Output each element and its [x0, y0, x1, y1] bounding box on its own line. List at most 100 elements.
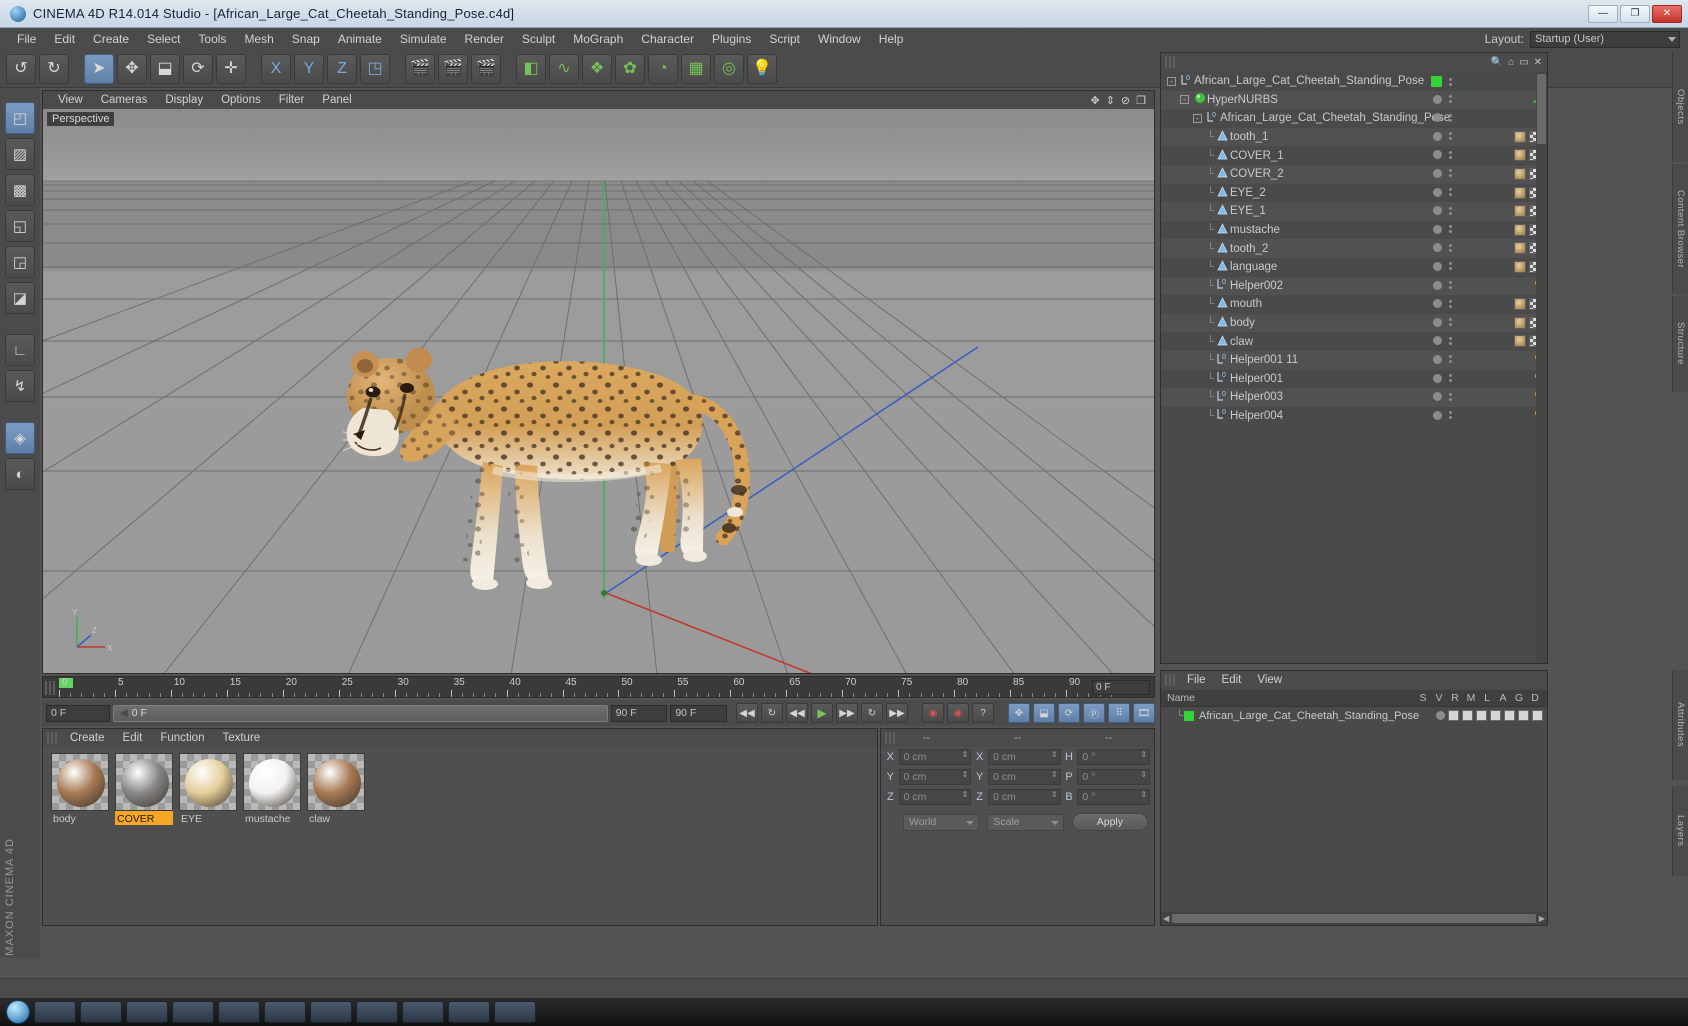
cheetah-model[interactable] — [343, 284, 763, 604]
visibility-dot[interactable] — [1433, 113, 1442, 123]
object-row[interactable]: └ COVER_2 — [1161, 164, 1547, 184]
object-name[interactable]: claw — [1230, 336, 1253, 348]
spinner-icon[interactable]: ⇕ — [962, 791, 969, 799]
object-visibility-dots[interactable] — [1433, 224, 1452, 234]
material-label[interactable]: mustache — [243, 811, 301, 825]
object-row[interactable]: └ body — [1161, 313, 1547, 333]
visibility-dot[interactable] — [1433, 206, 1442, 216]
object-name[interactable]: COVER_2 — [1230, 168, 1284, 180]
timeline-frame-field[interactable]: 0 F — [1092, 680, 1150, 695]
taskbar-item[interactable] — [402, 1001, 444, 1023]
object-name[interactable]: Helper001 — [1230, 373, 1283, 385]
spinner-icon[interactable]: ⇕ — [1051, 771, 1058, 779]
layer-checkbox[interactable] — [1448, 710, 1459, 721]
editor-render-dots[interactable] — [1449, 392, 1452, 401]
edges-mode[interactable]: ◱ — [5, 210, 35, 242]
play-forwards-loop-button[interactable]: ↻ — [761, 703, 783, 723]
enable-snap[interactable]: ◈ — [5, 422, 35, 454]
loop-button[interactable]: ↻ — [861, 703, 883, 723]
redo-button[interactable]: ↻ — [39, 53, 69, 84]
coord-field-position[interactable]: 0 cm ⇕ — [898, 789, 972, 805]
spinner-icon[interactable]: ⇕ — [962, 751, 969, 759]
viewport-menu-display[interactable]: Display — [156, 91, 212, 109]
object-name[interactable]: EYE_2 — [1230, 187, 1266, 199]
object-name[interactable]: COVER_1 — [1230, 150, 1284, 162]
record-active-objects-button[interactable]: ◉ — [922, 703, 944, 723]
move-view-icon[interactable]: ✥ — [1090, 94, 1099, 107]
null-object-icon[interactable]: 0 — [1215, 390, 1230, 405]
menu-edit[interactable]: Edit — [45, 28, 84, 50]
layer-color-swatch[interactable] — [1184, 710, 1194, 721]
material-preview[interactable] — [179, 753, 237, 811]
taskbar-item[interactable] — [448, 1001, 490, 1023]
viewport-corner-icons[interactable]: ✥ ⇕ ⊘ ❐ — [1090, 94, 1154, 107]
object-row[interactable]: └ language — [1161, 258, 1547, 277]
layer-checkbox[interactable] — [1504, 710, 1515, 721]
null-object-icon[interactable]: 0 — [1205, 111, 1220, 126]
material-item[interactable]: body — [51, 753, 109, 825]
material-tag-icon[interactable] — [1514, 335, 1526, 348]
menu-character[interactable]: Character — [632, 28, 703, 50]
layer-menu-edit[interactable]: Edit — [1214, 671, 1250, 690]
editor-render-dots[interactable] — [1449, 299, 1452, 308]
timeline-grip[interactable] — [45, 681, 55, 695]
material-tag-icon[interactable] — [1514, 316, 1526, 329]
scrollbar-thumb[interactable] — [1537, 74, 1546, 144]
play-button[interactable]: ▶ — [811, 703, 833, 723]
editor-render-dots[interactable] — [1449, 95, 1452, 104]
material-preview[interactable] — [243, 753, 301, 811]
material-label[interactable]: EYE — [179, 811, 237, 825]
layer-menu-file[interactable]: File — [1179, 671, 1214, 690]
layer-checkbox[interactable] — [1476, 710, 1487, 721]
deformer[interactable]: ◔ — [648, 53, 678, 84]
editor-render-dots[interactable] — [1449, 318, 1452, 327]
object-visibility-dots[interactable] — [1433, 261, 1452, 271]
spinner-icon[interactable]: ⇕ — [1051, 751, 1058, 759]
material-tag-icon[interactable] — [1514, 186, 1526, 199]
taskbar-item[interactable] — [34, 1001, 76, 1023]
layer-checkbox[interactable] — [1462, 710, 1473, 721]
coord-field-position[interactable]: 0 cm ⇕ — [898, 749, 972, 765]
layer-row[interactable]: └ African_Large_Cat_Cheetah_Standing_Pose — [1161, 707, 1547, 724]
viewport-panel[interactable]: View Cameras Display Options Filter Panel ✥ ⇕… — [42, 90, 1155, 674]
menu-render[interactable]: Render — [456, 28, 513, 50]
object-row[interactable]: └ COVER_1 — [1161, 146, 1547, 165]
object-name[interactable]: EYE_1 — [1230, 205, 1266, 217]
enable-axis[interactable]: ↯ — [5, 370, 35, 402]
material-preview[interactable] — [115, 753, 173, 811]
maximize-button[interactable]: ❐ — [1620, 4, 1650, 23]
lock-y-axis[interactable]: Y — [294, 53, 324, 84]
spinner-icon[interactable]: ⇕ — [962, 771, 969, 779]
object-row[interactable]: └ EYE_1 — [1161, 202, 1547, 221]
menu-sculpt[interactable]: Sculpt — [513, 28, 564, 50]
object-tree[interactable]: - 0 African_Large_Cat_Cheetah_Standing_Pos… — [1161, 72, 1547, 425]
go-to-end-button[interactable]: ▶▶ — [886, 703, 908, 723]
menu-select[interactable]: Select — [138, 28, 189, 50]
menu-snap[interactable]: Snap — [283, 28, 329, 50]
coord-mode-select[interactable]: Scale — [987, 813, 1064, 831]
material-label[interactable]: body — [51, 811, 109, 825]
object-axis-mode[interactable]: ◪ — [5, 282, 35, 314]
spinner-icon[interactable]: ⇕ — [1140, 771, 1147, 779]
visibility-dot[interactable] — [1433, 187, 1442, 197]
points-mode[interactable]: ▩ — [5, 174, 35, 206]
object-visibility-dots[interactable] — [1433, 280, 1452, 290]
object-visibility-dots[interactable] — [1433, 113, 1452, 123]
autokeying-button[interactable]: ◉ — [947, 703, 969, 723]
object-name[interactable]: mouth — [1230, 298, 1262, 310]
layer-column-R[interactable]: R — [1447, 692, 1463, 704]
layer-menu-view[interactable]: View — [1249, 671, 1290, 690]
polygon-object-icon[interactable] — [1215, 296, 1230, 312]
polygon-object-icon[interactable] — [1215, 203, 1230, 219]
object-visibility-dots[interactable] — [1433, 354, 1452, 364]
layer-column-L[interactable]: L — [1479, 692, 1495, 704]
viewport-menu-cameras[interactable]: Cameras — [92, 91, 157, 109]
object-row[interactable]: └ 0 Helper002 — [1161, 276, 1547, 296]
viewport-solo[interactable]: ◐ — [5, 458, 35, 490]
select-tool[interactable]: ➤ — [84, 53, 114, 84]
dock-layers[interactable]: Layers — [1672, 786, 1688, 876]
viewport-menu-view[interactable]: View — [49, 91, 92, 109]
object-visibility-dots[interactable] — [1433, 168, 1452, 178]
scroll-left-icon[interactable]: ◀ — [1163, 914, 1169, 923]
object-row[interactable]: └ claw — [1161, 332, 1547, 351]
